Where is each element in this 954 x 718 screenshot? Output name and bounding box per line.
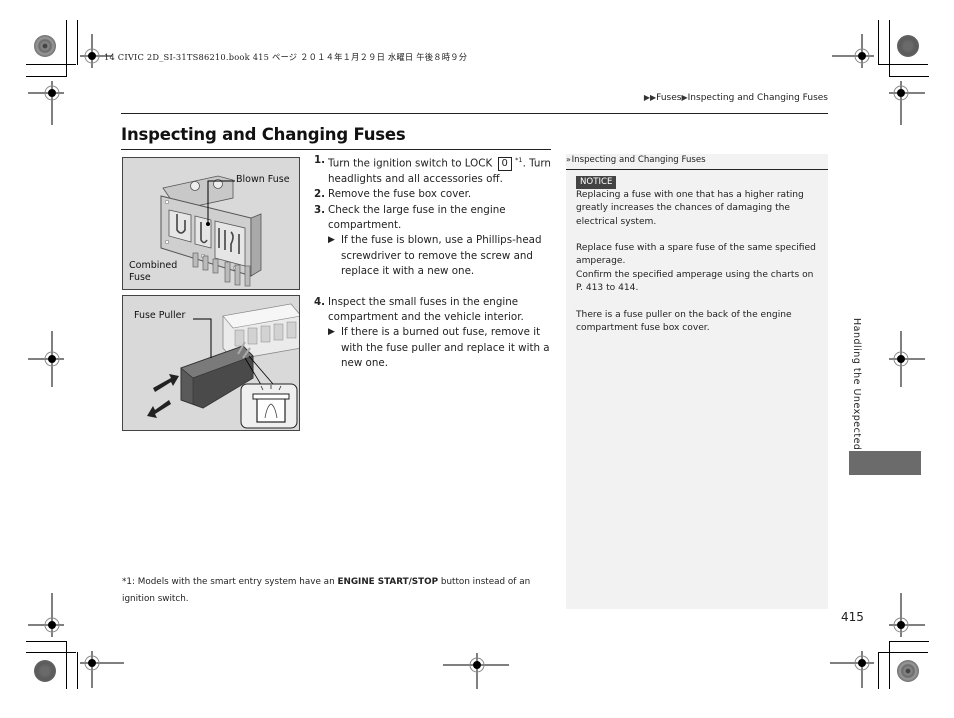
step-2: 2. Remove the fuse box cover. (314, 187, 554, 202)
remove-arrow-icon (147, 400, 171, 418)
footnote: *1: Models with the smart entry system h… (122, 574, 562, 608)
registration-target-icon (28, 331, 64, 387)
side-note-heading-text: Inspecting and Changing Fuses (571, 155, 706, 165)
title-rule (121, 149, 551, 150)
substep-text: If there is a burned out fuse, remove it… (341, 326, 550, 370)
registration-target-icon (889, 331, 925, 387)
header-rule (121, 113, 828, 114)
breadcrumb-item-fuses[interactable]: Fuses (656, 93, 681, 103)
footnote-ref[interactable]: *1 (515, 156, 522, 164)
side-note-text: Replacing a fuse with one that has a hig… (576, 189, 821, 349)
triangle-bullet-icon: ▶ (328, 327, 335, 338)
registration-target-icon (443, 653, 509, 689)
combined-fuse-figure: Blown Fuse Combined Fuse (122, 157, 300, 290)
fuse-puller-label: Fuse Puller (134, 310, 186, 321)
step-number: 2. (314, 188, 326, 201)
double-triangle-icon: ▶▶ (643, 93, 657, 102)
step-text: Turn the ignition switch to LOCK (328, 157, 493, 170)
step-3: 3. Check the large fuse in the engine co… (314, 203, 554, 234)
registration-target-icon (28, 593, 64, 637)
registration-target-icon (889, 593, 925, 637)
step-number: 4. (314, 295, 326, 308)
registration-target-icon (832, 34, 874, 68)
substep-text: If the fuse is blown, use a Phillips-hea… (341, 234, 542, 278)
side-note-rule (566, 169, 828, 170)
side-note-paragraph: Replacing a fuse with one that has a hig… (576, 190, 804, 227)
fuse-puller-figure: Fuse Puller (122, 295, 300, 431)
registration-target-icon (28, 81, 64, 125)
lock-position-symbol: 0 (497, 157, 512, 172)
footnote-prefix: *1: Models with the smart entry system h… (122, 577, 338, 587)
breadcrumb-item-current[interactable]: Inspecting and Changing Fuses (688, 93, 828, 103)
breadcrumb: ▶▶Fuses▶Inspecting and Changing Fuses (644, 93, 828, 103)
step-number: 1. (314, 154, 326, 166)
insert-arrow-icon (153, 374, 179, 392)
chapter-tab-label[interactable]: Handling the Unexpected (851, 318, 862, 450)
page-number: 415 (841, 610, 864, 624)
registration-target-icon (80, 651, 124, 688)
triangle-bullet-icon: ▶ (328, 235, 335, 246)
side-note-paragraph: There is a fuse puller on the back of th… (576, 309, 792, 333)
combined-fuse-label: Combined Fuse (129, 260, 178, 283)
chapter-tab-marker[interactable] (849, 451, 921, 475)
step-number: 3. (314, 203, 326, 216)
side-note-paragraph: Replace fuse with a spare fuse of the sa… (576, 243, 816, 294)
step-4-substep: ▶ If there is a burned out fuse, remove … (314, 325, 554, 371)
side-note-heading: » Inspecting and Changing Fuses (566, 155, 706, 165)
page-title: Inspecting and Changing Fuses (121, 125, 406, 144)
step-text: Remove the fuse box cover. (328, 188, 472, 201)
step-text: Inspect the small fuses in the engine co… (328, 295, 524, 324)
step-3-substep: ▶ If the fuse is blown, use a Phillips-h… (314, 233, 554, 279)
step-1: 1. Turn the ignition switch to LOCK 0 *1… (314, 153, 554, 187)
procedure-steps: 1. Turn the ignition switch to LOCK 0 *1… (314, 153, 554, 372)
print-slug: 14 CIVIC 2D_SI-31TS86210.book 415 ページ ２０… (104, 52, 468, 62)
registration-target-icon (830, 651, 874, 688)
double-chevron-icon: » (566, 155, 571, 164)
blown-fuse-label: Blown Fuse (236, 174, 290, 185)
step-4: 4. Inspect the small fuses in the engine… (314, 295, 554, 326)
registration-target-icon (889, 81, 925, 125)
footnote-bold: ENGINE START/STOP (337, 577, 439, 587)
step-text: Check the large fuse in the engine compa… (328, 203, 506, 232)
notice-badge: NOTICE (576, 176, 617, 189)
